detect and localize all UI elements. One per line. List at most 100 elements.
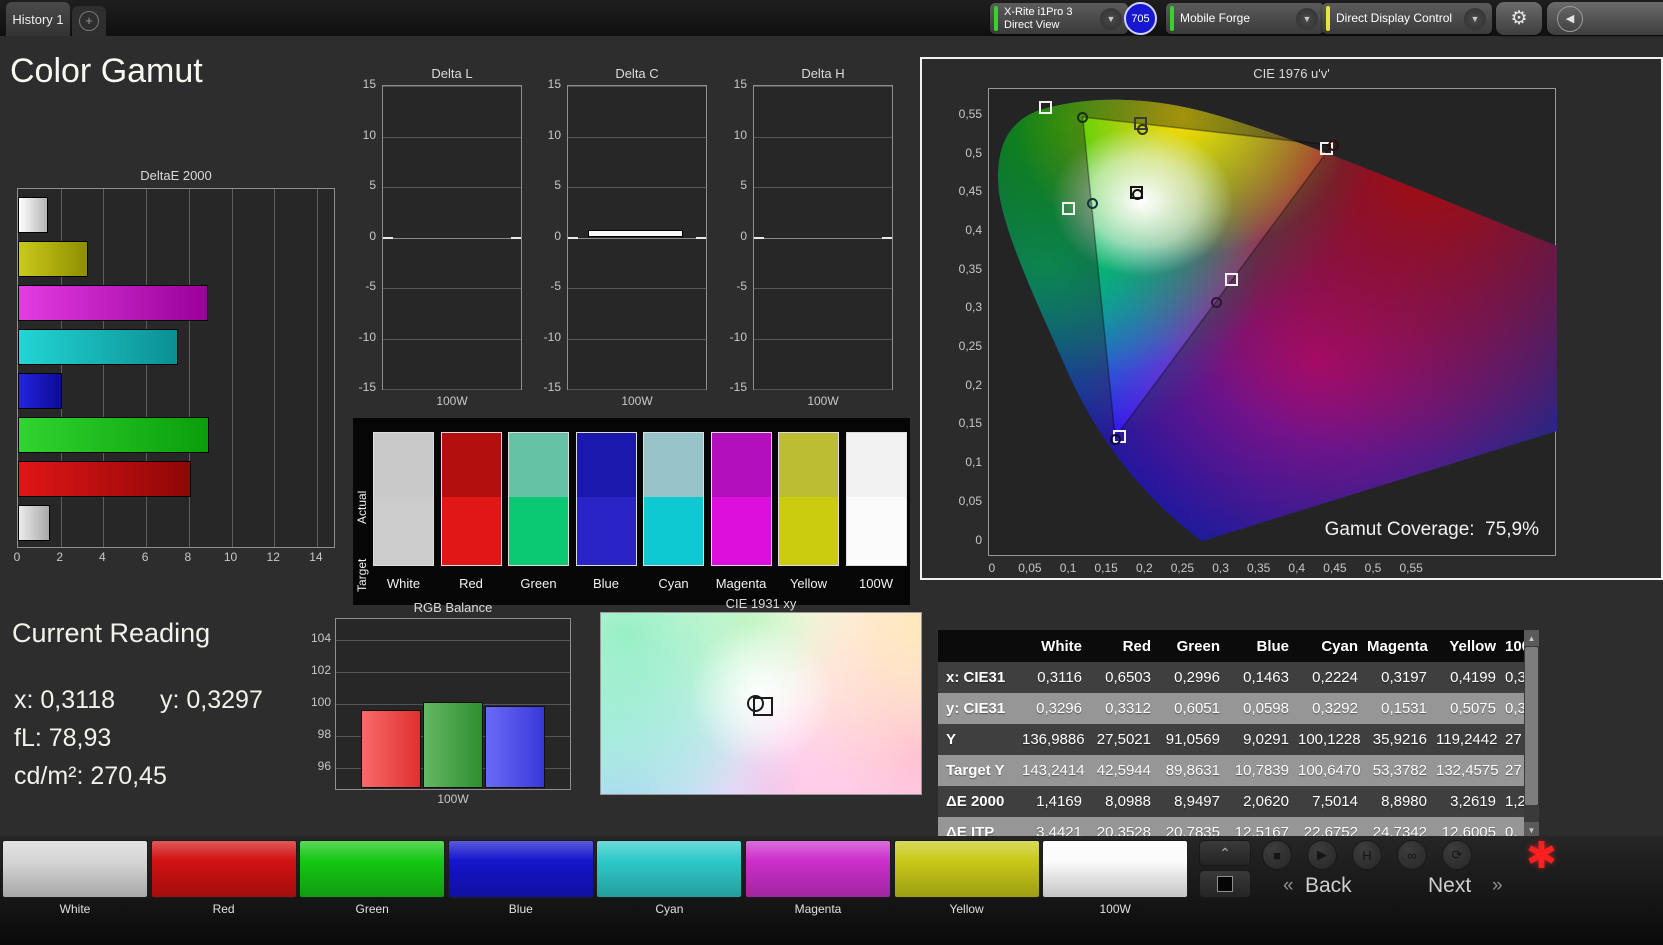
table-cell: 0,4199 [1436,669,1505,686]
target-swatch-yellow [778,497,839,566]
zero-tick-mark [696,237,706,239]
table-vertical-scrollbar[interactable]: ▲ ▼ [1524,630,1539,838]
delta-chart-delta-c [567,85,707,390]
y-tick-label: -5 [342,279,376,293]
column-header-green: Green [1160,638,1229,655]
gridline [568,288,706,289]
continuous-icon: ∞ [1407,848,1416,863]
table-cell: 89,8631 [1160,762,1229,779]
stop-button[interactable]: ■ [1262,840,1292,870]
collapse-panel-button[interactable]: ◀ [1547,2,1663,35]
delta-chart-title: Delta C [547,66,727,81]
deltae-bar-white [18,197,48,233]
gridline [383,86,521,87]
pattern-button-blue[interactable] [448,840,594,898]
column-header-white: White [1022,638,1091,655]
cie-y-tick-label: 0,4 [942,223,982,237]
pattern-button-yellow[interactable] [894,840,1040,898]
delta-chart-x-label: 100W [567,394,707,408]
display-control-selector[interactable]: Direct Display Control ▼ [1322,3,1492,34]
gridline [383,389,521,390]
gamut-coverage: Gamut Coverage: 75,9% [1325,519,1539,541]
pattern-button-100w[interactable] [1042,840,1188,898]
chevron-down-icon[interactable]: ▼ [1464,8,1486,30]
meter-status-bar [994,6,998,31]
x-tick-label: 12 [267,550,280,564]
actual-target-panel: Actual Target WhiteRedGreenBlueCyanMagen… [353,418,910,605]
table-cell: 132,4575 [1436,762,1505,779]
results-table: WhiteRedGreenBlueCyanMagentaYellow100Wx:… [938,630,1539,838]
next-button[interactable]: Next [1428,874,1471,898]
cie-y-tick-label: 0,15 [942,416,982,430]
play-button[interactable]: ▶ [1307,840,1337,870]
table-cell: 0,3 [1505,700,1525,717]
pattern-window-button[interactable] [1199,870,1251,898]
stop-icon: ■ [1273,848,1281,863]
table-cell: 10,7839 [1229,762,1298,779]
zero-tick-mark [568,237,578,239]
cie-y-tick-label: 0,25 [942,339,982,353]
settings-button[interactable]: ⚙ [1496,2,1542,35]
cie-y-tick-label: 0,55 [942,107,982,121]
workflow-selector[interactable]: Mobile Forge ▼ [1166,3,1324,34]
deltae-bar-green [18,417,209,453]
reading-fl: fL: 78,93 [14,724,111,753]
chevron-down-icon[interactable]: ▼ [1100,8,1122,30]
refresh-button[interactable]: ⟳ [1442,840,1472,870]
add-tab-button[interactable]: + [72,6,106,36]
chevron-down-icon[interactable]: ▼ [1296,8,1318,30]
scroll-up-icon[interactable]: ▲ [1524,630,1539,646]
x-tick-label: 6 [142,550,149,564]
back-button[interactable]: Back [1305,874,1352,898]
pattern-button-cyan[interactable] [596,840,742,898]
pattern-window-icon [1217,876,1233,892]
x-tick-label: 10 [224,550,237,564]
back-chevron-icon[interactable]: « [1283,875,1294,897]
next-chevron-icon[interactable]: » [1492,875,1503,897]
scrollbar-thumb[interactable] [1525,647,1538,805]
pattern-button-white[interactable] [2,840,148,898]
current-reading-title: Current Reading [12,618,210,649]
zero-tick-mark [383,237,393,239]
meter-mode: Direct View [1004,19,1059,31]
zero-tick-mark [882,237,892,239]
target-swatch-red [441,497,502,566]
cie1931-title: CIE 1931 xy [600,596,922,611]
table-cell: 8,8980 [1367,793,1436,810]
table-cell: 0,5075 [1436,700,1505,717]
pattern-button-red[interactable] [151,840,297,898]
reading-y: y: 0,3297 [160,686,263,715]
y-tick-label: 10 [713,128,747,142]
table-header-row: WhiteRedGreenBlueCyanMagentaYellow100W [938,630,1539,662]
table-cell: 0,2224 [1298,669,1367,686]
magenta-target [1225,273,1238,286]
gridline [754,238,892,239]
cie-y-tick-label: 0,1 [942,455,982,469]
meter-selector[interactable]: X-Rite i1Pro 3 Direct View ▼ [990,3,1128,34]
delta-chart-title: Delta H [733,66,913,81]
y-tick-label: -15 [713,380,747,394]
table-cell: 42,5944 [1091,762,1160,779]
workflow-name: Mobile Forge [1180,12,1290,25]
collapse-pattern-bar-button[interactable]: ⌃ [1199,840,1251,866]
y-tick-label: 15 [342,77,376,91]
table-cell: 8,0988 [1091,793,1160,810]
y-tick-label: 0 [342,229,376,243]
hold-button[interactable]: H [1352,840,1382,870]
pattern-button-magenta[interactable] [745,840,891,898]
play-icon: ▶ [1317,847,1327,863]
continuous-button[interactable]: ∞ [1397,840,1427,870]
pattern-label: Red [151,902,297,916]
tab-history-1[interactable]: History 1 [6,2,70,36]
table-cell: 136,9886 [1022,731,1091,748]
row-label: Y [938,731,1022,748]
chevron-up-icon: ⌃ [1219,848,1231,858]
rgb-balance-chart [335,618,571,790]
cie-x-tick-label: 0,45 [1323,561,1346,575]
cie1931-chart [600,612,922,795]
pattern-label: Yellow [894,902,1040,916]
table-cell: 0,6051 [1160,700,1229,717]
pattern-button-green[interactable] [299,840,445,898]
table-cell: 1,4169 [1022,793,1091,810]
target-swatch-cyan [643,497,704,566]
